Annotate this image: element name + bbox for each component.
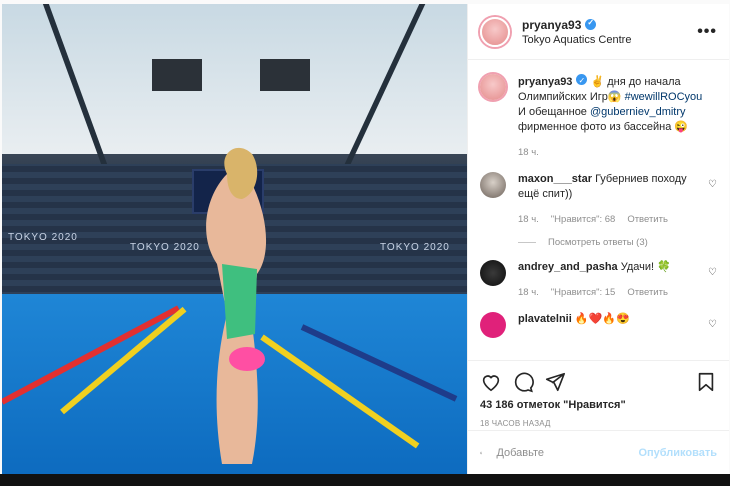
caption-hashtag[interactable]: #wewillROCyou [625, 91, 703, 103]
caption-text: фирменное фото из бассейна 😜 [518, 121, 689, 133]
photo-banner-text: TOKYO 2020 [380, 242, 450, 253]
comment-username[interactable]: maxon___star [518, 173, 592, 185]
caption-meta: 18 ч. [518, 145, 708, 160]
photo-person [206, 147, 267, 464]
caption-mention[interactable]: @guberniev_dmitry [590, 106, 686, 118]
caption-username[interactable]: pryanya93 [518, 76, 572, 88]
photo-hanging-screen [260, 59, 310, 91]
comment-likes[interactable]: "Нравится": 68 [551, 212, 616, 227]
posted-ago[interactable]: 18 ЧАСОВ НАЗАД [480, 419, 717, 428]
like-heart-icon[interactable] [480, 371, 502, 393]
comment-username[interactable]: plavatelnii [518, 313, 572, 325]
add-comment-input[interactable] [496, 446, 639, 459]
emoji-smile-icon[interactable] [480, 443, 483, 463]
verified-badge-icon [585, 18, 597, 30]
comment-likes[interactable]: "Нравится": 15 [551, 285, 616, 300]
background-strip [0, 474, 730, 486]
photo-hanging-screen [152, 59, 202, 91]
author-avatar[interactable] [480, 16, 510, 47]
post-header: pryanya93 Tokyo Aquatics Centre ••• [468, 4, 729, 60]
comment-like-heart-icon[interactable]: ♡ [708, 179, 717, 190]
more-options-icon[interactable]: ••• [697, 23, 717, 41]
comment-avatar[interactable] [480, 172, 506, 198]
comment-like-heart-icon[interactable]: ♡ [708, 319, 717, 330]
author-username-row: pryanya93 [522, 18, 631, 32]
caption: pryanya93 ✌️ дня до начала Олимпийских И… [480, 73, 717, 160]
share-send-icon[interactable] [544, 371, 566, 393]
comment-reply-button[interactable]: Ответить [627, 212, 668, 227]
comment-username[interactable]: andrey_and_pasha [518, 261, 618, 273]
comment-body: andrey_and_pasha Удачи! 🍀 18 ч. "Нравитс… [518, 260, 708, 300]
author-username[interactable]: pryanya93 [522, 18, 581, 32]
comment-body: plavatelnii 🔥❤️🔥😍 [518, 312, 708, 338]
author-info: pryanya93 Tokyo Aquatics Centre [522, 18, 631, 46]
comment: plavatelnii 🔥❤️🔥😍 ♡ [480, 312, 717, 338]
photo-banner-text: TOKYO 2020 [130, 242, 200, 253]
caption-text: И обещанное [518, 106, 590, 118]
view-replies-button[interactable]: Посмотреть ответы (3) [518, 237, 717, 248]
caption-avatar[interactable] [480, 74, 506, 100]
bookmark-save-icon[interactable] [695, 371, 717, 393]
add-comment-bar: Опубликовать [468, 430, 729, 474]
comment: maxon___star Губерниев походу ещё спит))… [480, 172, 717, 227]
verified-badge-icon [576, 73, 588, 88]
comment-meta: 18 ч. "Нравится": 15 Ответить [518, 285, 708, 300]
comment-text: Удачи! 🍀 [620, 261, 671, 273]
likes-count[interactable]: 43 186 отметок "Нравится" [480, 399, 717, 411]
comment-text: 🔥❤️🔥😍 [574, 313, 630, 325]
comments-list[interactable]: pryanya93 ✌️ дня до начала Олимпийских И… [468, 60, 729, 360]
post-actions: 43 186 отметок "Нравится" 18 ЧАСОВ НАЗАД [468, 360, 729, 428]
post-photo[interactable]: TOKYO 2020 TOKYO 2020 TOKYO 2020 [2, 4, 467, 474]
comment-avatar[interactable] [480, 312, 506, 338]
comment-reply-button[interactable]: Ответить [627, 285, 668, 300]
comment: andrey_and_pasha Удачи! 🍀 18 ч. "Нравитс… [480, 260, 717, 300]
publish-comment-button[interactable]: Опубликовать [638, 447, 717, 459]
comment-avatar[interactable] [480, 260, 506, 286]
post-location[interactable]: Tokyo Aquatics Centre [522, 34, 631, 46]
caption-body: pryanya93 ✌️ дня до начала Олимпийских И… [518, 73, 708, 160]
comment-meta: 18 ч. "Нравится": 68 Ответить [518, 212, 708, 227]
post-sidebar: pryanya93 Tokyo Aquatics Centre ••• prya… [467, 4, 729, 474]
comment-body: maxon___star Губерниев походу ещё спит))… [518, 172, 708, 227]
photo-banner-text: TOKYO 2020 [8, 232, 78, 243]
caption-time[interactable]: 18 ч. [518, 145, 539, 160]
comment-like-heart-icon[interactable]: ♡ [708, 267, 717, 278]
comment-bubble-icon[interactable] [512, 371, 534, 393]
instagram-post-modal: TOKYO 2020 TOKYO 2020 TOKYO 2020 pryanya… [0, 0, 730, 486]
comment-time[interactable]: 18 ч. [518, 285, 539, 300]
action-icons [480, 369, 717, 395]
comment-time[interactable]: 18 ч. [518, 212, 539, 227]
